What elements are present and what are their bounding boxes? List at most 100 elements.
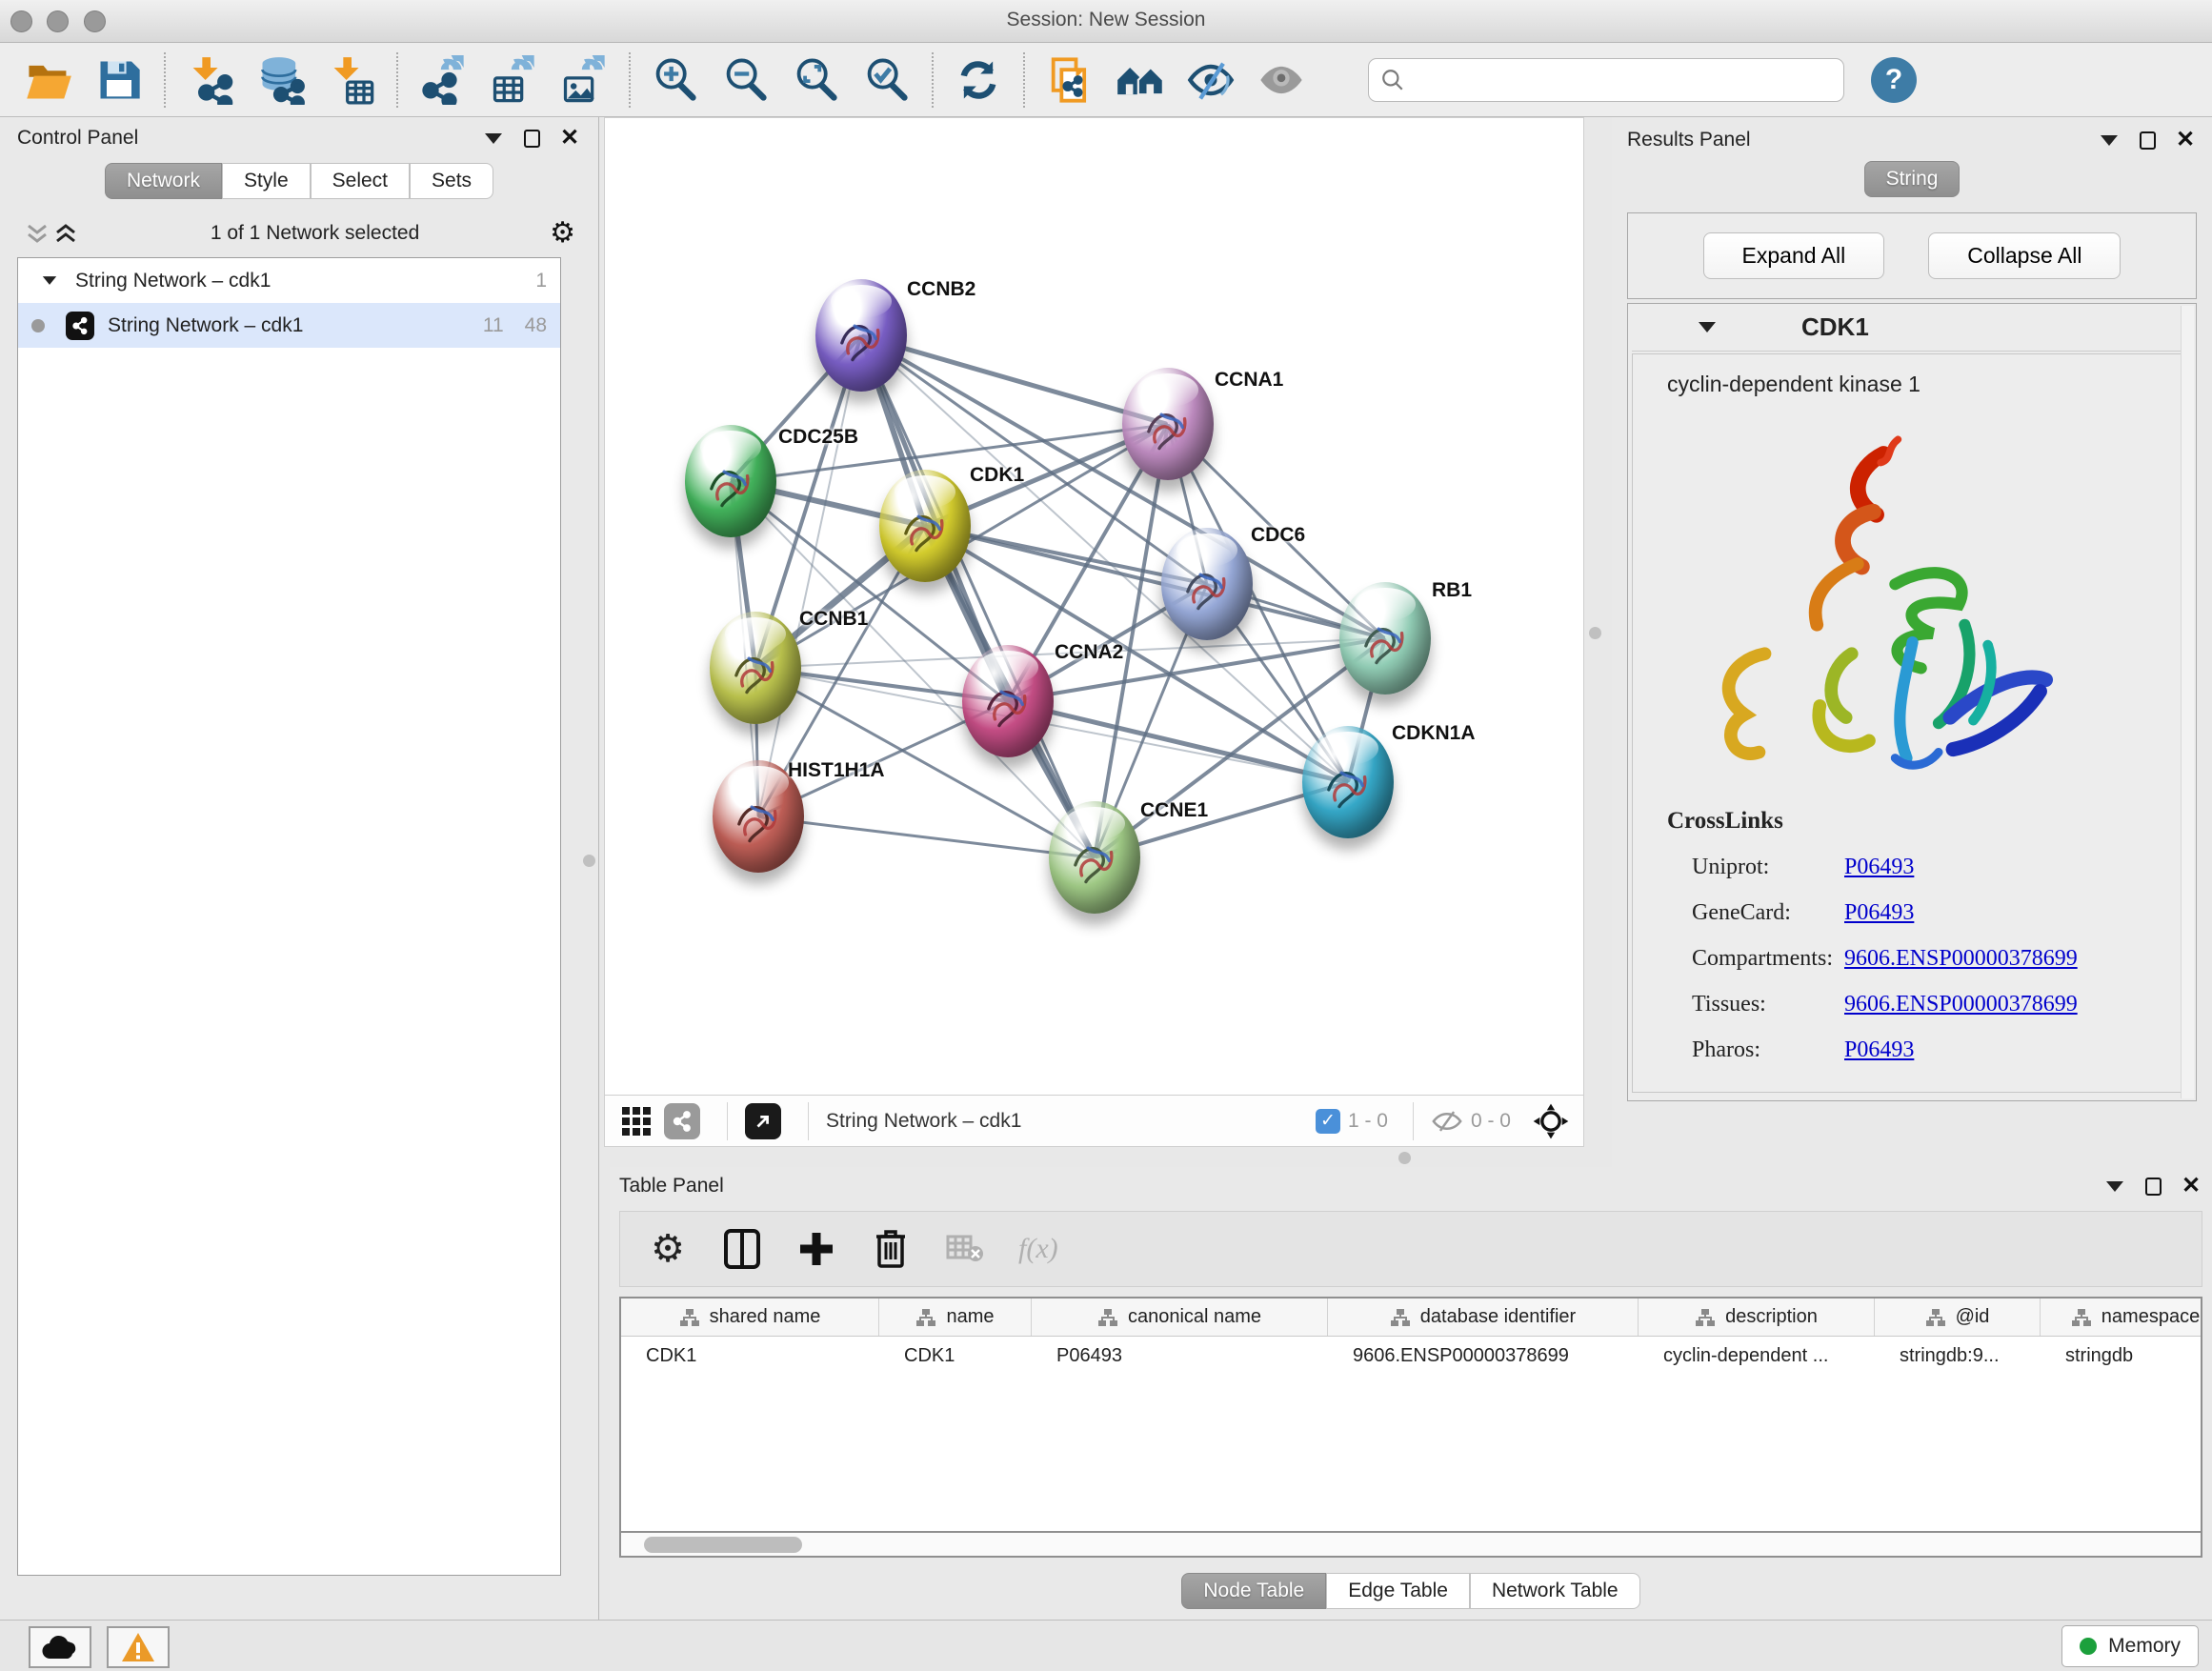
edge-CDK1-RB1[interactable] <box>925 524 1386 640</box>
node-CCNA2[interactable] <box>962 645 1054 757</box>
memory-button[interactable]: Memory <box>2061 1625 2199 1667</box>
table-cell[interactable]: stringdb:9... <box>1875 1337 2041 1375</box>
cloud-button[interactable] <box>29 1626 91 1668</box>
houses-button[interactable] <box>1105 51 1176 109</box>
open-in-new-icon[interactable] <box>745 1103 781 1139</box>
tab-network[interactable]: Network <box>105 163 222 199</box>
node-CCNE1[interactable] <box>1049 801 1140 914</box>
node-CDK1[interactable] <box>879 470 971 582</box>
export-network-button[interactable] <box>408 51 478 109</box>
tab-network-table[interactable]: Network Table <box>1470 1573 1640 1609</box>
crosslink-link[interactable]: P06493 <box>1844 900 1914 926</box>
edge-HIST1H1A-CCNE1[interactable] <box>758 815 1095 859</box>
tab-sets[interactable]: Sets <box>410 163 493 199</box>
export-table-button[interactable] <box>478 51 549 109</box>
grid-view-icon[interactable] <box>618 1103 654 1139</box>
hidden-eye-slash-icon[interactable] <box>1431 1109 1463 1134</box>
add-column-icon[interactable] <box>795 1228 837 1270</box>
network-collection-row[interactable]: String Network – cdk1 1 <box>18 258 560 303</box>
column-header-shared-name[interactable]: shared name <box>621 1299 879 1336</box>
node-CCNA1[interactable] <box>1122 368 1214 480</box>
table-cell[interactable]: P06493 <box>1032 1337 1328 1375</box>
help-button[interactable]: ? <box>1871 57 1917 103</box>
pan-crosshair-icon[interactable] <box>1532 1102 1570 1140</box>
collapse-all-button[interactable]: Collapse All <box>1928 232 2121 279</box>
float-panel-icon[interactable] <box>520 127 543 150</box>
open-session-button[interactable] <box>13 51 84 109</box>
table-cell[interactable]: CDK1 <box>879 1337 1032 1375</box>
tab-string[interactable]: String <box>1864 161 1961 197</box>
table-horizontal-scrollbar[interactable] <box>619 1533 2202 1558</box>
node-CDKN1A[interactable] <box>1302 726 1394 838</box>
import-table-button[interactable] <box>316 51 387 109</box>
search-field[interactable] <box>1368 58 1844 102</box>
table-gear-icon[interactable]: ⚙ <box>647 1228 689 1270</box>
search-input[interactable] <box>1405 69 1815 91</box>
import-network-button[interactable] <box>175 51 246 109</box>
zoom-in-button[interactable] <box>640 51 711 109</box>
zoom-fit-button[interactable] <box>781 51 852 109</box>
close-panel-icon[interactable]: ✕ <box>2174 129 2197 151</box>
expand-all-icon[interactable] <box>51 222 80 245</box>
float-panel-icon[interactable] <box>2136 129 2159 151</box>
tab-edge-table[interactable]: Edge Table <box>1326 1573 1470 1609</box>
edge-CCNB2-CCNE1[interactable] <box>860 334 1096 857</box>
tab-node-table[interactable]: Node Table <box>1181 1573 1326 1609</box>
expand-collection-icon[interactable] <box>43 276 56 285</box>
crosslink-link[interactable]: P06493 <box>1844 855 1914 880</box>
left-splitter-handle[interactable] <box>583 855 595 867</box>
refresh-button[interactable] <box>943 51 1014 109</box>
network-canvas[interactable]: CCNB2 CCNA1 CDC25B CDK1 CDC6 RB1 <box>605 118 1583 1097</box>
node-CCNB1[interactable] <box>710 612 801 724</box>
node-CDC25B[interactable] <box>685 425 776 537</box>
results-scrollbar[interactable] <box>2181 306 2194 1098</box>
bottom-splitter-handle[interactable] <box>1398 1152 1411 1164</box>
network-share-icon[interactable] <box>664 1103 700 1139</box>
scrollbar-thumb[interactable] <box>644 1537 802 1553</box>
node-CDC6[interactable] <box>1161 528 1253 640</box>
float-panel-icon[interactable] <box>2142 1175 2164 1198</box>
collapse-all-icon[interactable] <box>23 222 51 245</box>
zoom-selected-button[interactable] <box>852 51 922 109</box>
export-image-button[interactable] <box>549 51 619 109</box>
tab-select[interactable]: Select <box>311 163 410 199</box>
column-header-database-identifier[interactable]: database identifier <box>1328 1299 1639 1336</box>
column-header-@id[interactable]: @id <box>1875 1299 2041 1336</box>
show-view-button[interactable] <box>1246 51 1317 109</box>
close-panel-icon[interactable]: ✕ <box>2180 1175 2202 1198</box>
table-cell[interactable]: stringdb <box>2041 1337 2202 1375</box>
warnings-button[interactable] <box>107 1626 170 1668</box>
selected-checkbox[interactable]: ✓ <box>1316 1109 1340 1134</box>
panel-menu-icon[interactable] <box>2103 1175 2126 1198</box>
network-row[interactable]: String Network – cdk1 11 48 <box>18 303 560 348</box>
gear-icon[interactable]: ⚙ <box>550 216 575 250</box>
table-row[interactable]: CDK1CDK1P064939606.ENSP00000378699cyclin… <box>621 1337 2201 1375</box>
zoom-out-button[interactable] <box>711 51 781 109</box>
column-header-canonical-name[interactable]: canonical name <box>1032 1299 1328 1336</box>
node-RB1[interactable] <box>1339 582 1431 695</box>
hide-annotations-button[interactable] <box>1176 51 1246 109</box>
panel-menu-icon[interactable] <box>482 127 505 150</box>
expand-all-button[interactable]: Expand All <box>1703 232 1885 279</box>
save-session-button[interactable] <box>84 51 154 109</box>
crosslink-link[interactable]: 9606.ENSP00000378699 <box>1844 992 2078 1017</box>
tab-style[interactable]: Style <box>222 163 311 199</box>
show-columns-icon[interactable] <box>721 1228 763 1270</box>
column-header-description[interactable]: description <box>1639 1299 1875 1336</box>
table-cell[interactable]: CDK1 <box>621 1337 879 1375</box>
right-splitter-handle[interactable] <box>1589 627 1601 639</box>
column-header-name[interactable]: name <box>879 1299 1032 1336</box>
close-panel-icon[interactable]: ✕ <box>558 127 581 150</box>
column-header-namespace[interactable]: namespace <box>2041 1299 2202 1336</box>
collapse-protein-icon[interactable] <box>1699 322 1716 332</box>
delete-column-icon[interactable] <box>870 1228 912 1270</box>
duplicate-page-button[interactable] <box>1035 51 1105 109</box>
table-cell[interactable]: cyclin-dependent ... <box>1639 1337 1875 1375</box>
crosslink-link[interactable]: 9606.ENSP00000378699 <box>1844 946 2078 972</box>
table-cell[interactable]: 9606.ENSP00000378699 <box>1328 1337 1639 1375</box>
crosslink-label: Tissues: <box>1667 992 1844 1017</box>
panel-menu-icon[interactable] <box>2098 129 2121 151</box>
import-network-from-database-button[interactable] <box>246 51 316 109</box>
crosslink-link[interactable]: P06493 <box>1844 1037 1914 1063</box>
node-CCNB2[interactable] <box>815 279 907 392</box>
